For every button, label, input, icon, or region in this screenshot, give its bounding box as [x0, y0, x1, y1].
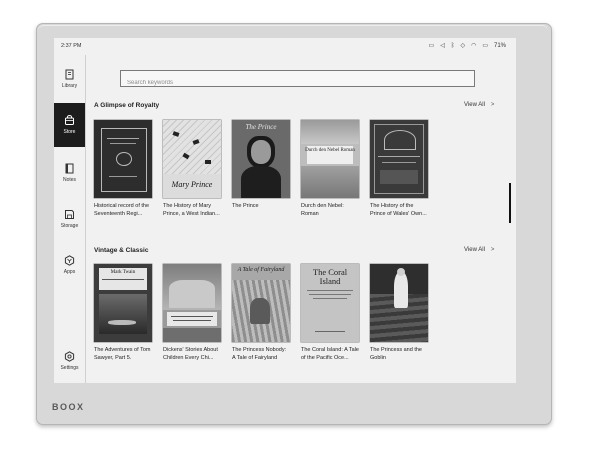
book-cover[interactable] [94, 120, 152, 198]
book-cover[interactable]: Mary Prince [163, 120, 221, 198]
section-title: A Glimpse of Royalty [94, 102, 160, 109]
book-item[interactable]: Dickens' Stories About Children Every Ch… [163, 264, 221, 363]
settings-icon [64, 351, 75, 362]
cover-text: Durch den Nebel Roman [305, 148, 355, 153]
book-item[interactable]: The Prince The Prince [232, 120, 290, 219]
sidebar: Library Store Notes Storage Apps Setting… [54, 55, 86, 383]
book-cover[interactable]: Mark Twain [94, 264, 152, 342]
screen: 2:37 PM ▭ ◁ ᛒ ◇ ◠ ▭ 71% Library Store No… [54, 38, 516, 383]
book-title: The History of Mary Prince, a West India… [163, 203, 220, 217]
chevron-right-icon: > [490, 247, 495, 253]
screen-icon[interactable]: ▭ [429, 42, 435, 50]
book-item[interactable]: Durch den Nebel Roman Durch den Nebel: R… [301, 120, 359, 219]
store-icon [64, 115, 75, 126]
book-item[interactable]: The History of the Prince of Wales' Own.… [370, 120, 428, 219]
nav-store[interactable]: Store [54, 103, 85, 147]
view-all-label: View All [464, 102, 485, 108]
wifi-icon[interactable]: ◠ [471, 42, 476, 50]
book-item[interactable]: Historical record of the Seventeenth Reg… [94, 120, 152, 219]
nav-settings[interactable]: Settings [54, 339, 85, 383]
book-title: Durch den Nebel: Roman [301, 203, 344, 217]
book-item[interactable]: The Princess and the Goblin [370, 264, 428, 363]
nav-label: Storage [60, 223, 79, 229]
nav-apps[interactable]: Apps [54, 243, 85, 287]
view-all-label: View All [464, 247, 485, 253]
battery-icon: ▭ [482, 43, 488, 49]
book-cover[interactable] [370, 120, 428, 198]
book-title: Historical record of the Seventeenth Reg… [94, 203, 150, 217]
book-cover[interactable]: The Prince [232, 120, 290, 198]
nav-label: Notes [62, 177, 77, 183]
book-cover[interactable] [163, 264, 221, 342]
notes-icon [64, 163, 75, 174]
book-cover[interactable]: A Tale of Fairyland [232, 264, 290, 342]
scroll-indicator[interactable] [509, 183, 511, 223]
book-title: The Adventures of Tom Sawyer, Part 5. [94, 347, 151, 361]
book-icon [64, 69, 75, 80]
book-title: The Princess and the Goblin [370, 347, 422, 361]
storage-icon [64, 209, 75, 220]
section-title: Vintage & Classic [94, 247, 149, 254]
focus-icon[interactable]: ◇ [460, 42, 465, 50]
book-title: The Prince [232, 203, 259, 209]
book-cover[interactable]: The Coral Island [301, 264, 359, 342]
cover-text: The Prince [245, 123, 277, 131]
cover-text: A Tale of Fairyland [237, 267, 285, 273]
book-cover[interactable]: Durch den Nebel Roman [301, 120, 359, 198]
view-all-link[interactable]: View All > [464, 102, 494, 108]
search-box[interactable] [120, 70, 475, 91]
book-item[interactable]: The Coral Island The Coral Island: A Tal… [301, 264, 359, 363]
book-title: The Coral Island: A Tale of the Pacific … [301, 347, 359, 361]
view-all-link[interactable]: View All > [464, 247, 494, 253]
search-input[interactable] [121, 75, 474, 91]
nav-label: Settings [60, 365, 79, 371]
battery-percent: 71% [493, 43, 506, 49]
brand-logo: BOOX [52, 402, 85, 412]
cover-text: The Coral Island [312, 267, 348, 286]
book-item[interactable]: A Tale of Fairyland The Princess Nobody:… [232, 264, 290, 363]
nav-notes[interactable]: Notes [54, 151, 85, 195]
bluetooth-icon[interactable]: ᛒ [451, 42, 455, 50]
book-item[interactable]: Mark Twain The Adventures of Tom Sawyer,… [94, 264, 152, 363]
nav-storage[interactable]: Storage [54, 197, 85, 241]
book-cover[interactable] [370, 264, 428, 342]
book-title: Dickens' Stories About Children Every Ch… [163, 347, 218, 361]
apps-icon [64, 255, 75, 266]
volume-icon[interactable]: ◁ [440, 42, 445, 50]
chevron-right-icon: > [490, 102, 495, 108]
cover-text: Mary Prince [171, 180, 213, 189]
nav-label: Apps [63, 269, 76, 275]
nav-label: Library [61, 83, 78, 89]
clock: 2:37 PM [61, 43, 82, 49]
book-title: The Princess Nobody: A Tale of Fairyland [232, 347, 287, 361]
book-title: The History of the Prince of Wales' Own.… [370, 203, 427, 217]
nav-label: Store [63, 129, 76, 135]
book-item[interactable]: Mary Prince The History of Mary Prince, … [163, 120, 221, 219]
nav-library[interactable]: Library [54, 57, 85, 101]
cover-text: Mark Twain [110, 270, 136, 275]
status-bar: 2:37 PM ▭ ◁ ᛒ ◇ ◠ ▭ 71% [54, 38, 516, 55]
